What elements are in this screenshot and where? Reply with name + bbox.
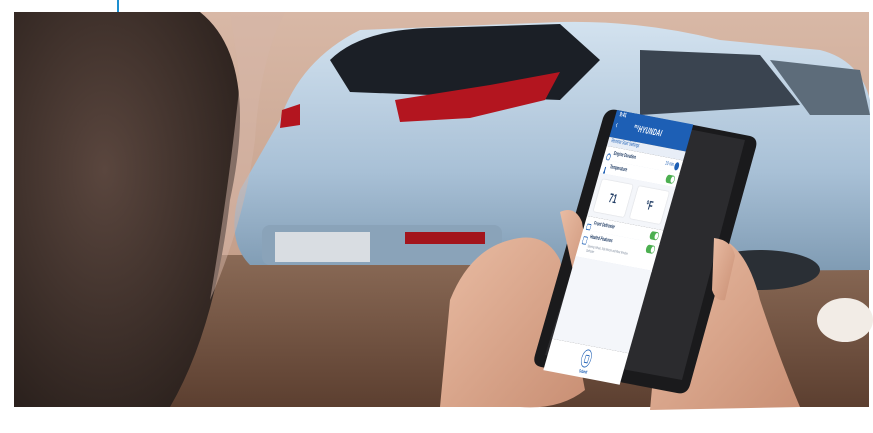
settings-empty-area <box>552 256 652 354</box>
front-defroster-toggle[interactable] <box>648 230 660 241</box>
heated-features-toggle[interactable] <box>645 244 656 255</box>
temperature-value: 71 <box>607 190 619 207</box>
engine-duration-label: Engine Duration <box>612 151 637 161</box>
temperature-unit-box[interactable]: °F <box>629 185 670 225</box>
heated-features-description: Steering Wheel, Side Mirrors and Rear Wi… <box>585 243 629 256</box>
engine-duration-value[interactable]: 10 min <box>664 161 674 168</box>
engine-icon <box>606 149 613 161</box>
heated-features-label: Heated Features <box>589 234 614 245</box>
temperature-value-box[interactable]: 71 <box>593 179 633 218</box>
info-icon[interactable] <box>673 161 681 171</box>
back-arrow-icon[interactable]: ‹ <box>614 120 619 131</box>
phone-screen: 9:41 ‹ myHYUNDAI Remote Start Settings E… <box>543 110 694 385</box>
heated-features-icon <box>581 232 590 245</box>
temperature-label: Temperature <box>609 164 628 174</box>
front-defroster-label: Front Defroster <box>593 221 616 231</box>
temperature-unit: °F <box>644 197 655 213</box>
brand-logo: myHYUNDAI <box>633 123 664 140</box>
submit-icon[interactable] <box>579 348 594 369</box>
photo-frame: 9:41 ‹ myHYUNDAI Remote Start Settings E… <box>0 0 873 433</box>
phone: 9:41 ‹ myHYUNDAI Remote Start Settings E… <box>0 0 873 433</box>
temperature-icon <box>602 162 609 175</box>
status-time: 9:41 <box>618 111 628 120</box>
defroster-icon <box>585 219 593 231</box>
temperature-toggle[interactable] <box>664 174 676 185</box>
